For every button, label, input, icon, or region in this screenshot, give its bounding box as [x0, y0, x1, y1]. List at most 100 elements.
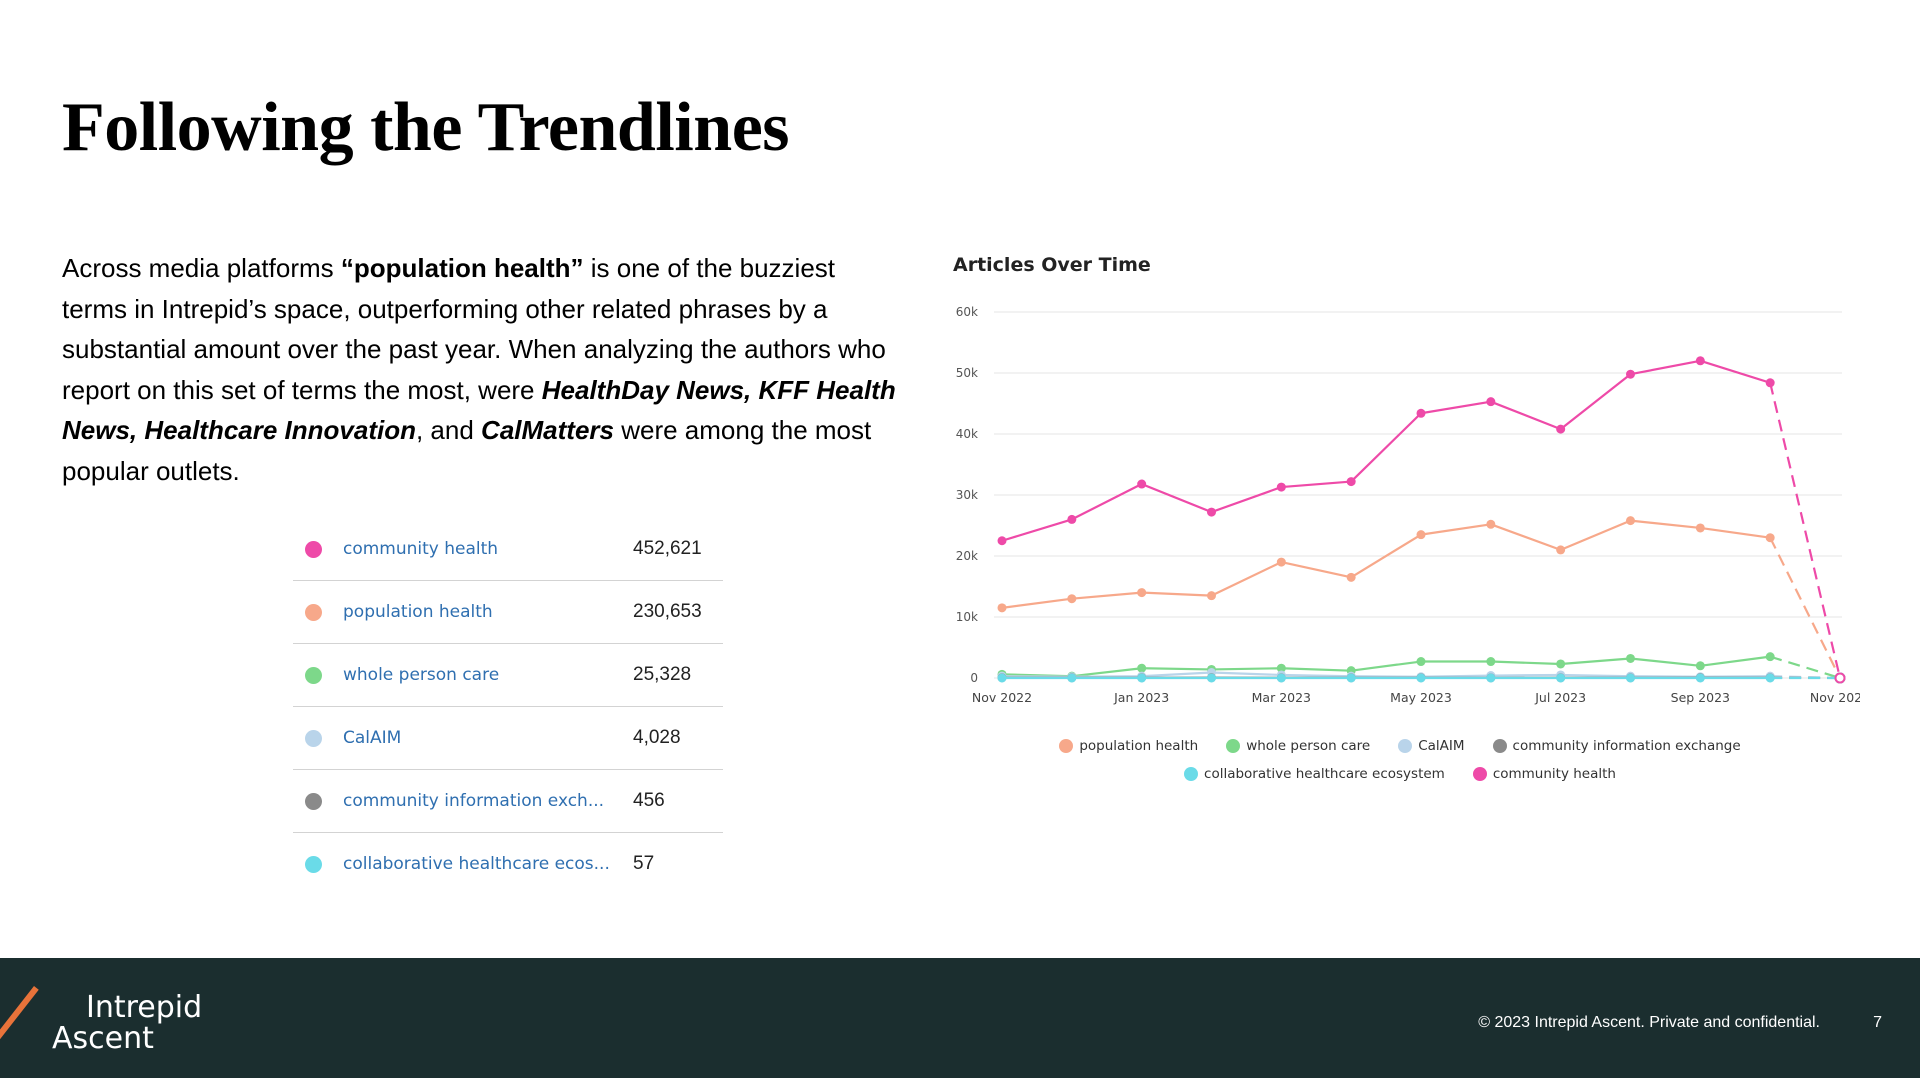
term-label[interactable]: population health — [343, 602, 633, 622]
data-point — [1416, 673, 1426, 683]
y-tick-label: 40k — [956, 427, 978, 441]
data-point — [1416, 408, 1426, 418]
x-tick-label: Jul 2023 — [1534, 690, 1586, 705]
data-point — [1346, 673, 1356, 683]
legend-color-dot — [1472, 767, 1487, 781]
legend-label: whole person care — [1246, 738, 1371, 754]
term-row: community information exch... 456 — [293, 770, 723, 833]
body-highlight-term: “population health” — [340, 253, 584, 283]
line-chart: 0 10k 20k 30k 40k 50k 60k Nov 2022 Jan 2023 Mar 2… — [956, 305, 1860, 705]
data-point — [1207, 507, 1216, 517]
data-point — [1626, 653, 1635, 663]
term-row: whole person care 25,328 — [293, 644, 723, 707]
data-point — [997, 673, 1007, 683]
x-tick-label: May 2023 — [1390, 690, 1452, 705]
legend-color-dot — [1226, 739, 1241, 753]
data-point — [1276, 673, 1286, 683]
term-row: CalAIM 4,028 — [293, 707, 723, 770]
term-color-dot — [305, 540, 322, 558]
data-point — [1695, 356, 1705, 366]
y-tick-label: 0 — [970, 671, 978, 685]
data-point — [1137, 479, 1147, 489]
footer: Intrepid Ascent © 2023 Intrepid Ascent. … — [0, 958, 1920, 1078]
series-line — [1001, 519, 1771, 609]
logo-line-2: Ascent — [52, 1021, 154, 1056]
data-point — [1486, 657, 1496, 667]
data-point — [1695, 673, 1705, 683]
data-point — [1137, 588, 1147, 598]
logo-line-1: Intrepid — [86, 990, 203, 1025]
legend-item[interactable]: CalAIM — [1398, 738, 1465, 754]
legend-color-dot — [1398, 739, 1413, 753]
data-point — [1067, 594, 1077, 604]
data-point — [1067, 514, 1077, 524]
logo-wordmark: Intrepid Ascent — [52, 992, 202, 1054]
data-point — [1556, 545, 1566, 555]
term-count: 4,028 — [633, 727, 681, 748]
terms-table: community health 452,621 population healt… — [293, 518, 723, 895]
data-point — [1276, 482, 1286, 492]
data-point — [1416, 657, 1426, 667]
term-color-dot — [305, 666, 322, 684]
logo-slash-mark — [0, 986, 39, 1050]
legend-item[interactable]: population health — [1059, 738, 1198, 754]
term-label[interactable]: community health — [343, 539, 633, 559]
data-point — [1695, 661, 1705, 671]
data-point — [997, 603, 1007, 613]
series-partial-segment — [1769, 655, 1841, 680]
legend-item[interactable]: collaborative healthcare ecosystem — [1184, 766, 1445, 782]
term-label[interactable]: CalAIM — [343, 728, 633, 748]
y-tick-label: 30k — [956, 488, 978, 502]
x-tick-label: Sep 2023 — [1671, 690, 1730, 705]
legend-label: community information exchange — [1512, 738, 1741, 754]
data-point — [1486, 519, 1496, 529]
x-tick-label: Jan 2023 — [1113, 690, 1169, 705]
legend-label: CalAIM — [1418, 738, 1465, 754]
data-point — [1207, 673, 1216, 683]
series-line — [1001, 655, 1771, 678]
series-partial-segment — [1769, 537, 1841, 679]
term-label[interactable]: collaborative healthcare ecos... — [343, 854, 633, 874]
term-row: community health 452,621 — [293, 518, 723, 581]
legend-color-dot — [1059, 739, 1074, 753]
data-point — [1137, 663, 1147, 673]
term-color-dot — [305, 792, 322, 810]
data-point — [1626, 516, 1635, 526]
y-tick-label: 20k — [956, 549, 978, 563]
term-row: collaborative healthcare ecos... 57 — [293, 833, 723, 895]
data-point — [1556, 673, 1566, 683]
x-tick-label: Mar 2023 — [1252, 690, 1311, 705]
copyright-text: © 2023 Intrepid Ascent. Private and conf… — [1478, 1014, 1820, 1031]
term-label[interactable]: community information exch... — [343, 791, 633, 811]
body-text-run: , and — [415, 415, 482, 445]
x-tick-label: Nov 2022 — [972, 690, 1032, 705]
slide-title: Following the Trendlines — [62, 89, 790, 166]
x-tick-label: Nov 2023 — [1810, 690, 1860, 705]
data-point — [1765, 378, 1775, 388]
body-text-run: Across media platforms — [62, 253, 341, 283]
series-line — [1001, 671, 1771, 678]
legend-item[interactable]: community health — [1472, 766, 1616, 782]
data-point — [1137, 673, 1147, 683]
legend-item[interactable]: whole person care — [1226, 738, 1370, 754]
legend-item[interactable]: community information exchange — [1492, 738, 1741, 754]
series-line — [1001, 359, 1771, 542]
term-count: 230,653 — [633, 601, 702, 622]
data-point — [1765, 652, 1775, 662]
data-point — [1626, 673, 1635, 683]
data-point — [1765, 533, 1775, 543]
y-tick-label: 50k — [956, 366, 978, 380]
intrepid-ascent-logo: Intrepid Ascent — [0, 982, 228, 1058]
term-count: 57 — [633, 853, 655, 874]
term-label[interactable]: whole person care — [343, 665, 633, 685]
y-tick-label: 10k — [956, 610, 978, 624]
data-point — [997, 536, 1007, 546]
page-number: 7 — [1873, 1014, 1882, 1031]
term-row: population health 230,653 — [293, 581, 723, 644]
term-color-dot — [305, 855, 322, 873]
body-outlet-calmatters: CalMatters — [481, 415, 614, 445]
data-point — [1556, 424, 1566, 434]
term-count: 456 — [633, 790, 665, 811]
legend-color-dot — [1184, 767, 1199, 781]
data-point — [1207, 591, 1216, 601]
